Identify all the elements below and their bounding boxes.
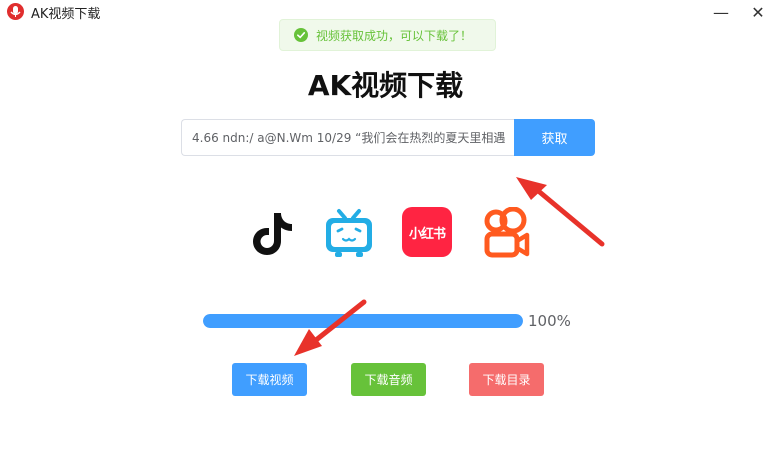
xiaohongshu-icon: 小红书 (402, 207, 454, 259)
download-directory-button[interactable]: 下载目录 (469, 363, 544, 396)
progress-percent: 100% (528, 312, 571, 330)
check-circle-icon (294, 28, 308, 42)
toast-message: 视频获取成功，可以下载了！ (316, 28, 473, 43)
progress-fill (203, 314, 523, 328)
xiaohongshu-label: 小红书 (402, 207, 452, 257)
download-video-button[interactable]: 下载视频 (232, 363, 307, 396)
url-input[interactable] (181, 119, 515, 156)
annotation-arrow-download (294, 299, 367, 356)
fetch-button[interactable]: 获取 (514, 119, 595, 156)
kuaishou-icon (484, 207, 530, 258)
tiktok-icon (253, 213, 292, 255)
minimize-button[interactable]: — (702, 0, 740, 24)
app-logo-icon (7, 3, 24, 20)
close-button[interactable]: ✕ (739, 0, 771, 24)
page-title: AK视频下载 (307, 69, 464, 102)
download-audio-button[interactable]: 下载音频 (351, 363, 426, 396)
progress-bar (203, 314, 523, 328)
success-toast: 视频获取成功，可以下载了！ (279, 19, 496, 51)
window-title: AK视频下载 (31, 7, 101, 22)
bilibili-icon (326, 209, 372, 257)
